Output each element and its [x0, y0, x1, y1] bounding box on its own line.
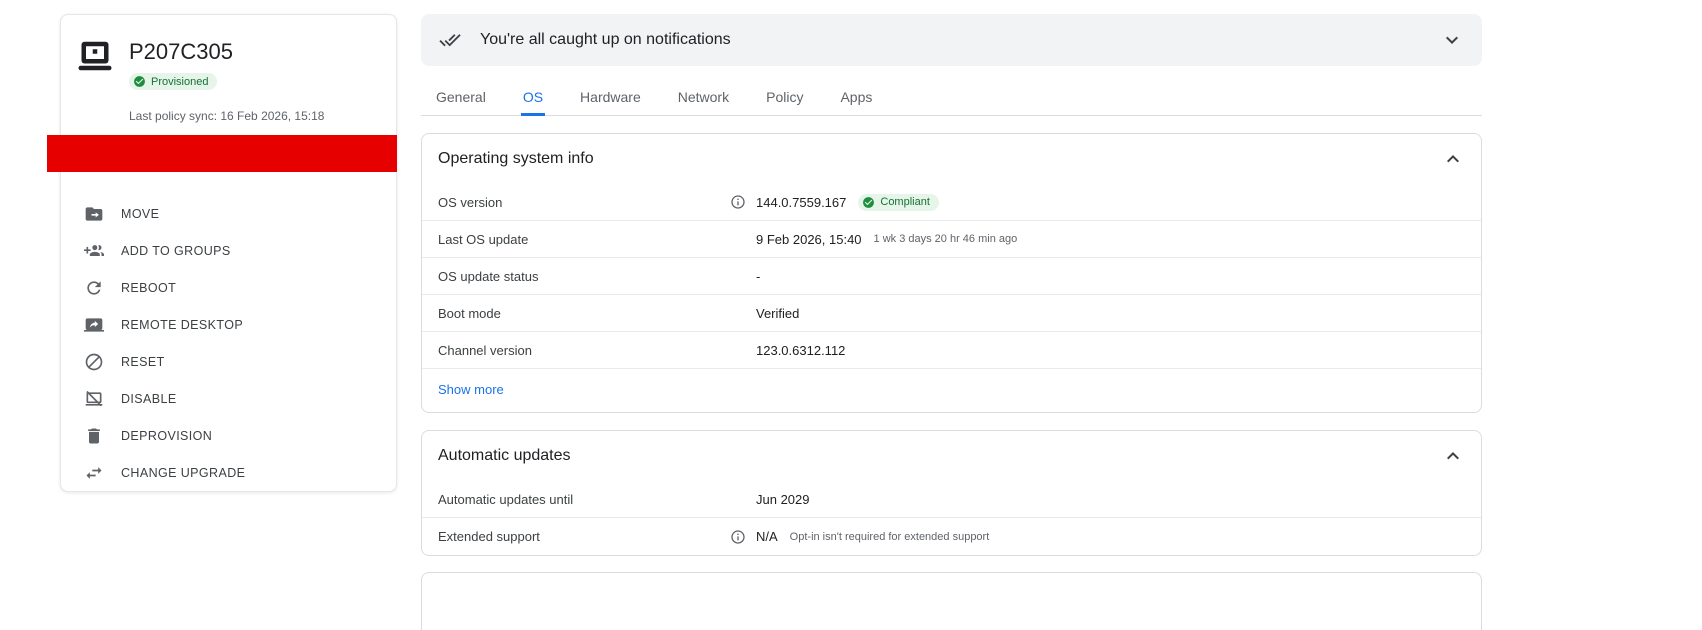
automatic-updates-card-header: Automatic updates: [422, 431, 1481, 481]
drive-file-move-icon: [84, 204, 104, 224]
chevron-down-icon[interactable]: [1440, 28, 1464, 52]
action-remote-desktop[interactable]: REMOTE DESKTOP: [61, 306, 396, 343]
row-label: OS update status: [438, 268, 539, 284]
row-value: N/A: [756, 529, 778, 544]
automatic-updates-card: Automatic updates Automatic updates unti…: [421, 430, 1482, 556]
show-more-link[interactable]: Show more: [438, 382, 504, 397]
info-icon[interactable]: [730, 194, 756, 210]
check-circle-icon: [863, 196, 875, 208]
action-reset[interactable]: RESET: [61, 343, 396, 380]
row-label: Boot mode: [438, 305, 501, 321]
chevron-up-icon[interactable]: [1441, 147, 1465, 171]
last-policy-sync: Last policy sync: 16 Feb 2026, 15:18: [129, 109, 325, 123]
row-os-version: OS version 144.0.7559.167 Compliant: [422, 184, 1481, 221]
device-actions-list: MOVE ADD TO GROUPS REBOOT REMOTE DESKTOP…: [61, 195, 396, 491]
tab-bar: General OS Hardware Network Policy Apps: [421, 80, 1482, 116]
tab-apps[interactable]: Apps: [838, 80, 874, 116]
row-value: Verified: [756, 305, 800, 321]
action-label: REMOTE DESKTOP: [121, 317, 244, 332]
os-info-card-header: Operating system info: [422, 134, 1481, 184]
row-value: 144.0.7559.167: [756, 194, 847, 210]
row-label: Channel version: [438, 342, 532, 358]
compliant-badge-label: Compliant: [880, 196, 930, 208]
provision-status-badge: Provisioned: [129, 73, 218, 90]
row-automatic-updates-until: Automatic updates until Jun 2029: [422, 481, 1481, 518]
main-content: You're all caught up on notifications Ge…: [421, 14, 1482, 630]
action-add-to-groups[interactable]: ADD TO GROUPS: [61, 232, 396, 269]
action-label: CHANGE UPGRADE: [121, 465, 246, 480]
compliant-badge: Compliant: [858, 193, 939, 211]
action-deprovision[interactable]: DEPROVISION: [61, 417, 396, 454]
action-label: DISABLE: [121, 391, 177, 406]
redacted-region: [47, 135, 397, 172]
action-label: DEPROVISION: [121, 428, 213, 443]
row-value: 123.0.6312.112: [756, 342, 846, 358]
laptop-off-icon: [84, 389, 104, 409]
card-title: Operating system info: [438, 150, 594, 167]
chevron-up-icon[interactable]: [1441, 444, 1465, 468]
action-label: MOVE: [121, 206, 160, 221]
row-channel-version: Channel version 123.0.6312.112: [422, 332, 1481, 369]
trash-icon: [84, 426, 104, 446]
tab-hardware[interactable]: Hardware: [578, 80, 643, 116]
show-more-row: Show more: [422, 369, 1481, 412]
tab-network[interactable]: Network: [676, 80, 731, 116]
row-boot-mode: Boot mode Verified: [422, 295, 1481, 332]
action-change-upgrade[interactable]: CHANGE UPGRADE: [61, 454, 396, 491]
row-extended-support: Extended support N/A Opt-in isn't requir…: [422, 518, 1481, 555]
tab-os[interactable]: OS: [520, 80, 546, 116]
done-all-icon: [439, 29, 461, 51]
os-info-card: Operating system info OS version 144.0.7…: [421, 133, 1482, 413]
action-label: REBOOT: [121, 280, 177, 295]
row-last-os-update: Last OS update 9 Feb 2026, 15:40 1 wk 3 …: [422, 221, 1481, 258]
screen-share-icon: [84, 315, 104, 335]
row-value: 9 Feb 2026, 15:40: [756, 231, 862, 247]
notification-message: You're all caught up on notifications: [480, 31, 731, 48]
action-label: ADD TO GROUPS: [121, 243, 231, 258]
device-panel: P207C305 Provisioned Last policy sync: 1…: [60, 14, 397, 492]
laptop-device-icon: [77, 41, 113, 71]
info-icon[interactable]: [730, 529, 756, 545]
provision-status-label: Provisioned: [151, 75, 209, 88]
device-title-block: P207C305 Provisioned: [129, 39, 233, 93]
block-icon: [84, 352, 104, 372]
action-reboot[interactable]: REBOOT: [61, 269, 396, 306]
action-label: RESET: [121, 354, 165, 369]
row-note: 1 wk 3 days 20 hr 46 min ago: [873, 233, 1018, 245]
row-label: Automatic updates until: [438, 491, 574, 507]
notification-banner[interactable]: You're all caught up on notifications: [421, 14, 1482, 66]
group-add-icon: [84, 241, 104, 261]
row-note: Opt-in isn't required for extended suppo…: [789, 530, 990, 543]
device-title: P207C305: [129, 39, 233, 64]
row-label: OS version: [438, 194, 503, 210]
check-circle-icon: [134, 76, 145, 87]
row-os-update-status: OS update status -: [422, 258, 1481, 295]
device-header: P207C305 Provisioned: [61, 15, 396, 93]
row-value: Jun 2029: [756, 491, 810, 507]
row-label: Last OS update: [438, 231, 529, 247]
action-move[interactable]: MOVE: [61, 195, 396, 232]
action-disable[interactable]: DISABLE: [61, 380, 396, 417]
swap-horiz-icon: [84, 463, 104, 483]
card-title: Automatic updates: [438, 447, 571, 464]
refresh-icon: [84, 278, 104, 298]
row-value: -: [756, 268, 761, 284]
tab-policy[interactable]: Policy: [764, 80, 805, 116]
tab-general[interactable]: General: [434, 80, 488, 116]
row-label: Extended support: [438, 529, 540, 544]
next-card-partial: [421, 572, 1482, 630]
